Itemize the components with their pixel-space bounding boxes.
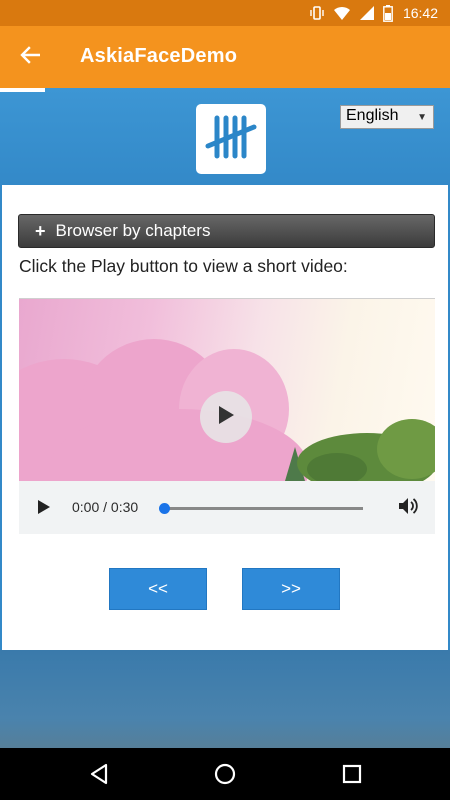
browse-chapters-button[interactable]: + Browser by chapters (18, 214, 435, 248)
instruction-text: Click the Play button to view a short vi… (19, 256, 348, 276)
tab-indicator (0, 88, 45, 92)
nav-recents-button[interactable] (341, 762, 363, 791)
arrow-back-icon (20, 45, 41, 69)
language-select[interactable]: English ▼ (340, 105, 434, 129)
brand-header: English ▼ (0, 88, 450, 185)
status-bar: 16:42 (0, 0, 450, 26)
status-time: 16:42 (402, 5, 438, 21)
signal-icon (359, 5, 375, 21)
nav-home-button[interactable] (213, 762, 237, 791)
triangle-back-icon (88, 763, 110, 790)
main-content: + Browser by chapters Click the Play but… (0, 185, 450, 650)
plus-icon: + (35, 220, 46, 241)
volume-button[interactable] (397, 495, 419, 522)
language-select-value: English (346, 107, 399, 124)
vibrate-icon (309, 5, 325, 21)
nav-back-button[interactable] (88, 762, 110, 791)
app-bar: AskiaFaceDemo (0, 26, 450, 88)
video-frame[interactable] (19, 299, 435, 481)
previous-button[interactable]: << (109, 568, 207, 610)
status-icons: 16:42 (309, 4, 438, 22)
circle-home-icon (213, 763, 237, 790)
seek-slider-thumb[interactable] (159, 503, 170, 514)
tally-marks-icon (203, 112, 259, 167)
app-title: AskiaFaceDemo (80, 45, 238, 67)
background-footer (0, 650, 450, 748)
dropdown-caret-icon: ▼ (417, 112, 427, 123)
video-player: 0:00 / 0:30 (19, 298, 435, 534)
play-icon (36, 500, 52, 520)
big-play-button[interactable] (200, 391, 252, 443)
play-icon (216, 404, 236, 431)
play-button[interactable] (36, 498, 52, 521)
next-button[interactable]: >> (242, 568, 340, 610)
battery-icon (383, 4, 393, 22)
wifi-icon (333, 5, 351, 21)
time-display: 0:00 / 0:30 (72, 499, 139, 515)
system-nav-bar (0, 748, 450, 800)
seek-slider[interactable] (159, 503, 363, 514)
askia-logo (196, 104, 266, 174)
browse-chapters-label: Browser by chapters (55, 221, 211, 240)
square-recents-icon (341, 764, 363, 790)
volume-icon (397, 498, 419, 521)
back-button[interactable] (14, 41, 46, 73)
video-controls: 0:00 / 0:30 (19, 481, 435, 535)
